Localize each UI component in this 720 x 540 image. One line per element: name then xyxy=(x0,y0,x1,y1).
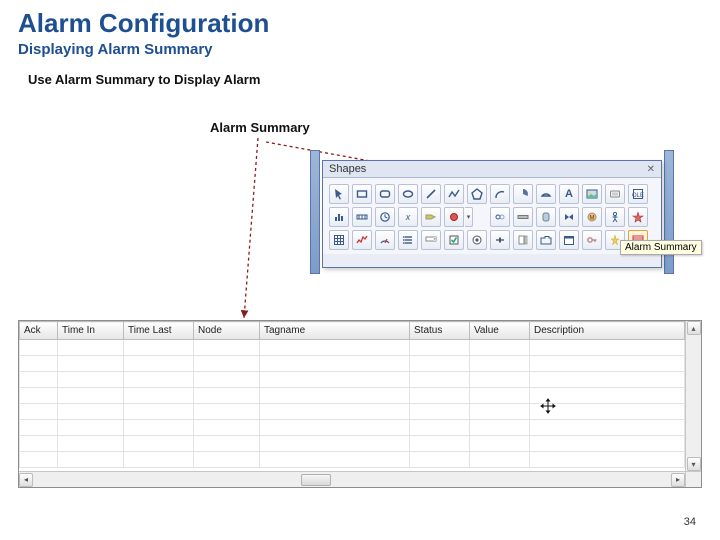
pointer-icon[interactable] xyxy=(329,184,349,204)
calendar-icon[interactable] xyxy=(559,230,579,250)
ruler-left xyxy=(310,150,320,274)
col-value[interactable]: Value xyxy=(470,322,530,340)
rounded-rectangle-icon[interactable] xyxy=(375,184,395,204)
scroll-right-icon[interactable]: ▸ xyxy=(671,473,685,487)
page-title: Alarm Configuration xyxy=(0,0,720,41)
shapes-panel-title: Shapes xyxy=(329,163,366,175)
page-subtitle: Displaying Alarm Summary xyxy=(0,41,720,72)
col-description[interactable]: Description xyxy=(530,322,685,340)
polyline-icon[interactable] xyxy=(444,184,464,204)
col-ack[interactable]: Ack xyxy=(20,322,58,340)
alarm-summary-grid: Ack Time In Time Last Node Tagname Statu… xyxy=(19,321,685,468)
scroll-up-icon[interactable]: ▴ xyxy=(687,321,701,335)
col-status[interactable]: Status xyxy=(410,322,470,340)
chord-icon[interactable] xyxy=(536,184,556,204)
vertical-scrollbar[interactable]: ▴ ▾ xyxy=(685,321,701,471)
shapes-panel-titlebar: Shapes ✕ xyxy=(323,161,661,178)
rectangle-icon[interactable] xyxy=(352,184,372,204)
svg-text:x: x xyxy=(405,212,411,222)
ellipse-icon[interactable] xyxy=(398,184,418,204)
tab-icon[interactable] xyxy=(536,230,556,250)
spinner-icon[interactable] xyxy=(513,230,533,250)
scroll-left-icon[interactable]: ◂ xyxy=(19,473,33,487)
pushbutton-icon[interactable] xyxy=(444,207,464,227)
chart-icon[interactable] xyxy=(329,207,349,227)
radio-icon[interactable] xyxy=(467,230,487,250)
svg-text:M: M xyxy=(590,216,595,222)
pie-icon[interactable] xyxy=(513,184,533,204)
close-icon[interactable]: ✕ xyxy=(647,164,655,175)
ruler-right xyxy=(664,150,674,274)
alarm-summary-object[interactable]: Ack Time In Time Last Node Tagname Statu… xyxy=(18,320,702,488)
text-icon[interactable]: A xyxy=(559,184,579,204)
polygon-icon[interactable] xyxy=(467,184,487,204)
svg-text:OLE: OLE xyxy=(632,193,644,199)
table-row xyxy=(20,436,685,452)
slider-icon[interactable] xyxy=(490,230,510,250)
grid-icon[interactable] xyxy=(329,230,349,250)
variable-icon[interactable]: x xyxy=(398,207,418,227)
datalink-icon[interactable] xyxy=(352,207,372,227)
motor-icon[interactable]: M xyxy=(582,207,602,227)
animation-icon[interactable] xyxy=(490,207,510,227)
page-number: 34 xyxy=(684,516,696,528)
table-row xyxy=(20,340,685,356)
col-time-in[interactable]: Time In xyxy=(58,322,124,340)
col-tagname[interactable]: Tagname xyxy=(260,322,410,340)
actor-icon[interactable] xyxy=(605,207,625,227)
checkbox-icon[interactable] xyxy=(444,230,464,250)
pipe-icon[interactable] xyxy=(513,207,533,227)
table-row xyxy=(20,356,685,372)
table-row xyxy=(20,372,685,388)
ole-object-icon[interactable]: OLE xyxy=(628,184,648,204)
button-icon[interactable] xyxy=(605,184,625,204)
scroll-track[interactable] xyxy=(33,473,671,487)
col-node[interactable]: Node xyxy=(194,322,260,340)
col-time-last[interactable]: Time Last xyxy=(124,322,194,340)
table-row xyxy=(20,404,685,420)
list-icon[interactable] xyxy=(398,230,418,250)
arc-icon[interactable] xyxy=(490,184,510,204)
bitmap-icon[interactable] xyxy=(582,184,602,204)
horizontal-scrollbar[interactable]: ◂ ▸ xyxy=(19,471,685,487)
table-row xyxy=(20,452,685,468)
instruction-text: Use Alarm Summary to Display Alarm xyxy=(0,72,720,95)
alarm-summary-label: Alarm Summary xyxy=(210,120,310,135)
scroll-down-icon[interactable]: ▾ xyxy=(687,457,701,471)
shapes-panel: Shapes ✕ A OLE x ▾ M xyxy=(322,160,662,268)
line-icon[interactable] xyxy=(421,184,441,204)
shapes-toolbar: A OLE x ▾ M xyxy=(323,178,661,254)
tag-icon[interactable] xyxy=(421,207,441,227)
arrow-to-alarm-table xyxy=(240,138,280,328)
scroll-corner xyxy=(685,471,701,487)
chevron-down-icon[interactable]: ▾ xyxy=(465,207,473,227)
trend-icon[interactable] xyxy=(352,230,372,250)
tank-icon[interactable] xyxy=(536,207,556,227)
table-header-row: Ack Time In Time Last Node Tagname Statu… xyxy=(20,322,685,340)
timedate-icon[interactable] xyxy=(375,207,395,227)
alarm-summary-tooltip: Alarm Summary xyxy=(620,240,702,255)
scroll-thumb[interactable] xyxy=(301,474,331,486)
gauge-icon[interactable] xyxy=(375,230,395,250)
key-icon[interactable] xyxy=(582,230,602,250)
table-row xyxy=(20,388,685,404)
custom-shape-icon[interactable] xyxy=(628,207,648,227)
valve-icon[interactable] xyxy=(559,207,579,227)
combo-icon[interactable] xyxy=(421,230,441,250)
table-row xyxy=(20,420,685,436)
